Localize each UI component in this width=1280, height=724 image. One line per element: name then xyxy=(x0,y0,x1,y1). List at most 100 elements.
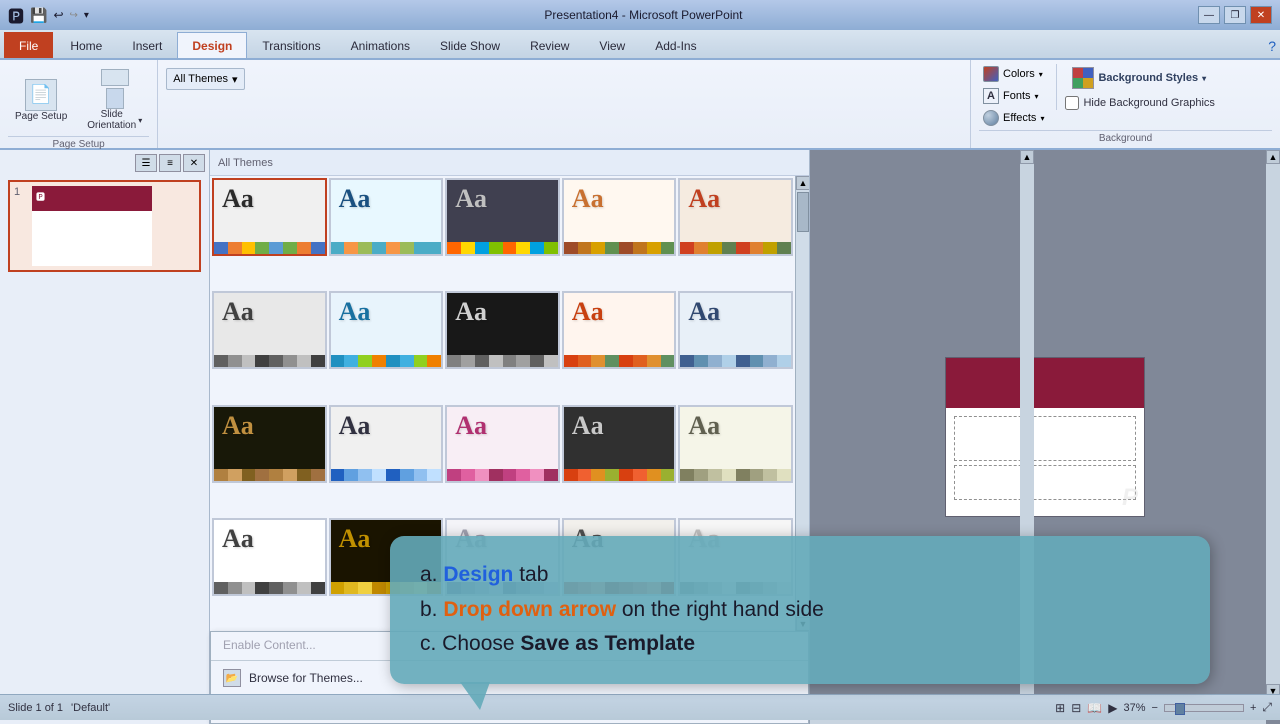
colors-arrow-icon: ▾ xyxy=(1039,70,1043,79)
theme-cell[interactable]: Aa xyxy=(329,291,444,369)
ribbon-content: 📄 Page Setup Slide Orientation ▾ Page Se… xyxy=(0,60,1280,150)
reading-view-icon[interactable]: 📖 xyxy=(1087,701,1102,715)
slide-body-area xyxy=(946,408,1144,508)
fonts-option[interactable]: A Fonts ▾ xyxy=(979,86,1048,106)
editor-left-scroll-up[interactable]: ▲ xyxy=(1020,150,1034,164)
tab-file[interactable]: File xyxy=(4,32,53,58)
zoom-slider-thumb[interactable] xyxy=(1175,703,1185,715)
main-layout: ☰ ≡ ✕ 1 🅿 All Themes AaAaAaAaAaAaAaAaAaA… xyxy=(0,150,1280,724)
page-setup-icon: 📄 xyxy=(25,79,57,111)
theme-cell[interactable]: Aa xyxy=(445,405,560,483)
title-placeholder[interactable] xyxy=(954,416,1136,461)
statusbar-right: ⊞ ⊟ 📖 ▶ 37% − + ⤢ xyxy=(1055,700,1272,715)
tab-animations[interactable]: Animations xyxy=(336,32,425,58)
statusbar: Slide 1 of 1 'Default' ⊞ ⊟ 📖 ▶ 37% − + ⤢ xyxy=(0,694,1280,720)
tooltip-tail xyxy=(460,682,490,710)
effects-arrow-icon: ▾ xyxy=(1040,114,1044,123)
page-setup-group: 📄 Page Setup Slide Orientation ▾ Page Se… xyxy=(0,60,158,148)
fonts-arrow-icon: ▾ xyxy=(1035,92,1039,101)
tab-home[interactable]: Home xyxy=(55,32,117,58)
theme-cell[interactable]: Aa xyxy=(678,178,793,256)
tab-review[interactable]: Review xyxy=(515,32,584,58)
slide-sorter-icon[interactable]: ⊟ xyxy=(1071,701,1081,715)
all-themes-dropdown[interactable]: All Themes ▾ xyxy=(166,68,244,90)
tooltip-line-b: b. Drop down arrow on the right hand sid… xyxy=(420,593,1180,628)
tab-insert[interactable]: Insert xyxy=(117,32,177,58)
minimize-button[interactable]: — xyxy=(1198,6,1220,24)
slide-white-area xyxy=(32,211,152,266)
slide-orientation-icon xyxy=(99,69,131,109)
editor-scroll-track xyxy=(1266,164,1280,684)
theme-cell[interactable]: Aa xyxy=(562,178,677,256)
normal-view-icon[interactable]: ⊞ xyxy=(1055,701,1065,715)
slide-logo: 🅿 xyxy=(36,190,45,203)
theme-cell[interactable]: Aa xyxy=(678,291,793,369)
theme-cell[interactable]: Aa xyxy=(212,178,327,256)
theme-cell[interactable]: Aa xyxy=(212,518,327,596)
slide-count: Slide 1 of 1 xyxy=(8,702,63,714)
quick-save-icon[interactable]: 💾 xyxy=(30,7,47,24)
titlebar-controls: — ❐ ✕ xyxy=(1198,6,1272,24)
close-panel-button[interactable]: ✕ xyxy=(183,154,205,172)
outline-view-button[interactable]: ≡ xyxy=(159,154,181,172)
scroll-up-button[interactable]: ▲ xyxy=(796,176,809,190)
theme-settings-col: Colors ▾ A Fonts ▾ Effects ▾ xyxy=(979,64,1048,128)
close-button[interactable]: ✕ xyxy=(1250,6,1272,24)
tab-transitions[interactable]: Transitions xyxy=(247,32,335,58)
theme-cell[interactable]: Aa xyxy=(562,291,677,369)
slide-thumbnail-image[interactable]: 🅿 xyxy=(32,186,152,266)
redo-icon[interactable]: ↪ xyxy=(70,10,78,21)
page-setup-button[interactable]: 📄 Page Setup xyxy=(8,74,74,127)
fit-window-icon[interactable]: ⤢ xyxy=(1262,700,1272,715)
theme-cell[interactable]: Aa xyxy=(445,291,560,369)
theme-cell[interactable]: Aa xyxy=(329,405,444,483)
background-styles-button[interactable]: Background Styles ▾ xyxy=(1065,64,1214,92)
tab-design[interactable]: Design xyxy=(177,32,247,58)
theme-cell[interactable]: Aa xyxy=(329,178,444,256)
tooltip-bubble: a. Design tab b. Drop down arrow on the … xyxy=(390,536,1210,684)
background-col: Background Styles ▾ Hide Background Grap… xyxy=(1056,64,1214,110)
themes-filter-label: All Themes xyxy=(218,157,273,169)
slide-orientation-button[interactable]: Slide Orientation ▾ xyxy=(80,64,149,136)
slide-panel: ☰ ≡ ✕ 1 🅿 xyxy=(0,150,210,724)
editor-scroll-up-btn[interactable]: ▲ xyxy=(1266,150,1280,164)
colors-option[interactable]: Colors ▾ xyxy=(979,64,1048,84)
zoom-in-icon[interactable]: + xyxy=(1250,702,1256,714)
editor-vscroll[interactable]: ▲ ▼ xyxy=(1266,150,1280,698)
themes-preview-row xyxy=(162,98,966,144)
undo-icon[interactable]: ↩ xyxy=(53,8,63,22)
slideshow-icon[interactable]: ▶ xyxy=(1108,701,1117,715)
theme-cell[interactable]: Aa xyxy=(212,405,327,483)
tab-add-ins[interactable]: Add-Ins xyxy=(640,32,711,58)
maximize-button[interactable]: ❐ xyxy=(1224,6,1246,24)
zoom-level: 37% xyxy=(1123,702,1145,714)
slide-thumbnail-1: 1 🅿 xyxy=(8,180,201,272)
page-setup-group-label: Page Setup xyxy=(8,136,149,150)
hide-background-graphics-option[interactable]: Hide Background Graphics xyxy=(1065,96,1214,110)
titlebar: 🅿 💾 ↩ ↪ ▾ Presentation4 - Microsoft Powe… xyxy=(0,0,1280,30)
bg-styles-arrow-icon: ▾ xyxy=(1202,74,1206,83)
hide-background-checkbox[interactable] xyxy=(1065,96,1079,110)
theme-cell[interactable]: Aa xyxy=(445,178,560,256)
theme-cell[interactable]: Aa xyxy=(212,291,327,369)
help-icon[interactable]: ? xyxy=(1268,38,1276,54)
zoom-slider[interactable] xyxy=(1164,704,1244,712)
effects-icon xyxy=(983,110,999,126)
tab-slide-show[interactable]: Slide Show xyxy=(425,32,515,58)
themes-dropdown-arrow-icon: ▾ xyxy=(232,73,238,86)
theme-options-group: Colors ▾ A Fonts ▾ Effects ▾ xyxy=(970,60,1280,148)
themes-section: All Themes ▾ xyxy=(158,60,970,148)
tab-view[interactable]: View xyxy=(584,32,640,58)
content-placeholder[interactable] xyxy=(954,465,1136,500)
slide-number: 1 xyxy=(14,186,28,198)
theme-cell[interactable]: Aa xyxy=(678,405,793,483)
effects-option[interactable]: Effects ▾ xyxy=(979,108,1048,128)
theme-cell[interactable]: Aa xyxy=(562,405,677,483)
background-group-label: Background xyxy=(979,130,1272,144)
themes-top-bar: All Themes ▾ xyxy=(162,64,966,94)
titlebar-left: 🅿 💾 ↩ ↪ ▾ xyxy=(8,3,89,27)
browse-themes-icon: 📂 xyxy=(223,669,241,687)
zoom-out-icon[interactable]: − xyxy=(1152,702,1158,714)
scroll-thumb[interactable] xyxy=(797,192,809,232)
slides-view-button[interactable]: ☰ xyxy=(135,154,157,172)
